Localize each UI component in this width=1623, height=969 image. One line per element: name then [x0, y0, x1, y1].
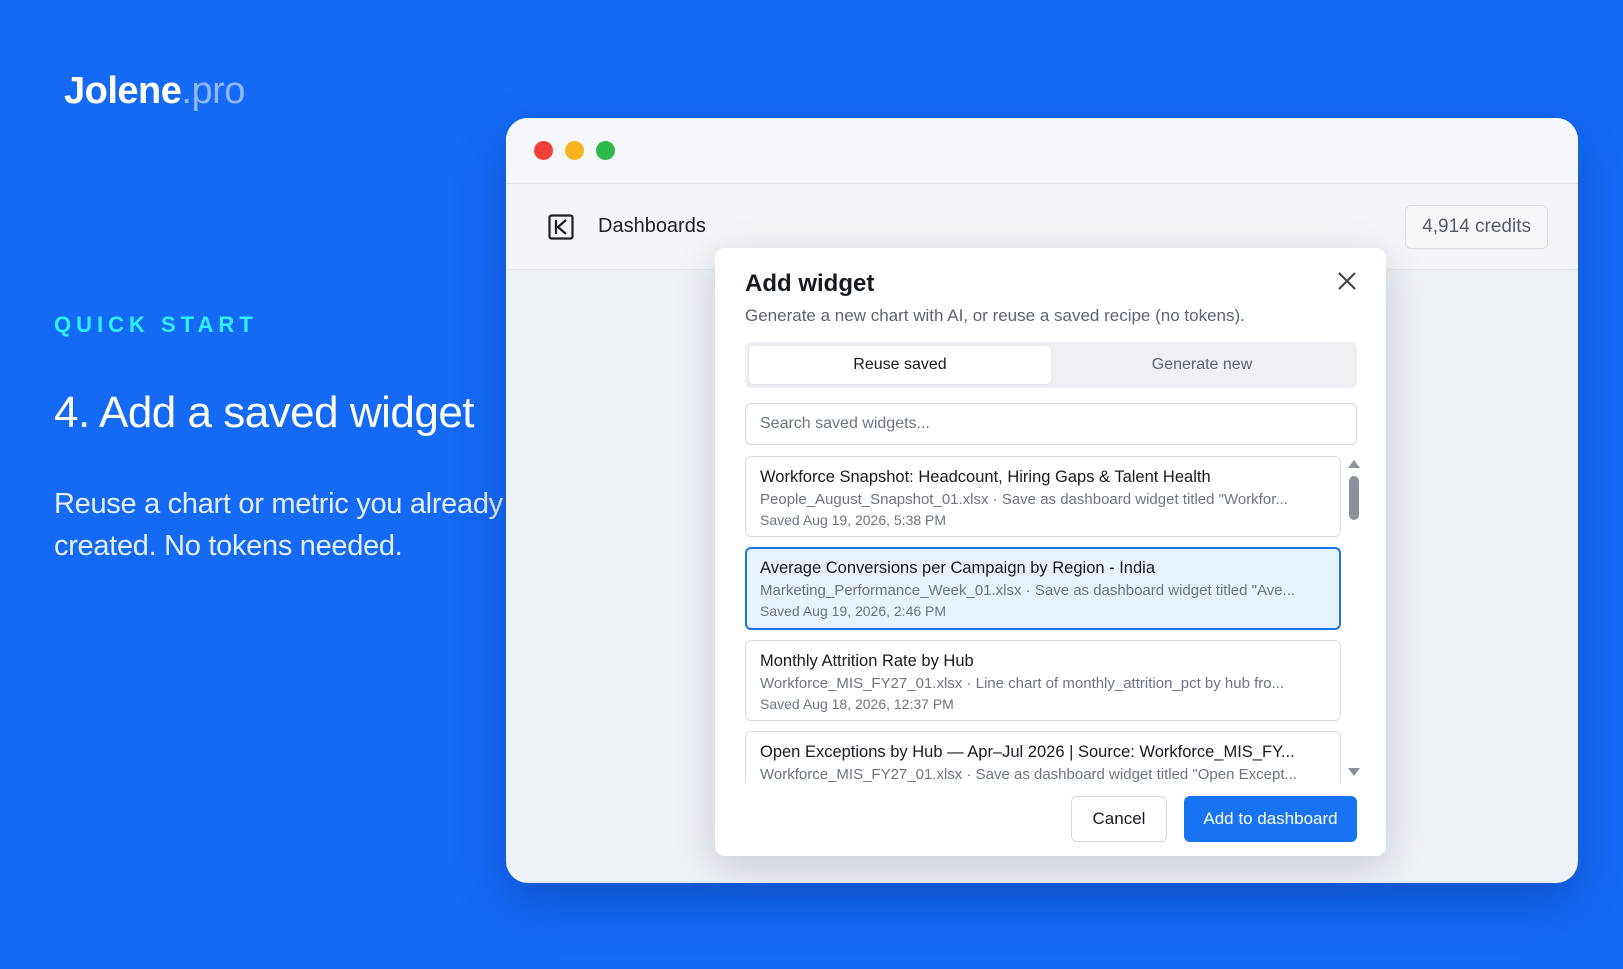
item-date: Saved Aug 18, 2026, 12:37 PM [760, 696, 954, 712]
item-date: Saved Aug 19, 2026, 2:46 PM [760, 603, 947, 619]
close-icon[interactable] [1334, 268, 1360, 294]
list-item[interactable]: Open Exceptions by Hub — Apr–Jul 2026 | … [745, 731, 1341, 783]
close-window-button[interactable] [534, 141, 553, 160]
headline: 4. Add a saved widget [54, 388, 475, 437]
item-title: Workforce Snapshot: Headcount, Hiring Ga… [760, 468, 1211, 486]
dialog-title: Add widget [745, 270, 875, 297]
scroll-down-arrow-icon[interactable] [1348, 768, 1360, 776]
maximize-window-button[interactable] [596, 141, 615, 160]
mode-tabs: Reuse saved Generate new [745, 342, 1357, 388]
tab-reuse-saved[interactable]: Reuse saved [749, 346, 1051, 384]
brand-tld: .pro [181, 70, 245, 112]
item-description: Marketing_Performance_Week_01.xlsx · Sav… [760, 582, 1296, 599]
add-widget-dialog: Add widget Generate a new chart with AI,… [715, 248, 1386, 856]
item-description: Workforce_MIS_FY27_01.xlsx · Save as das… [760, 766, 1297, 783]
item-description: Workforce_MIS_FY27_01.xlsx · Line chart … [760, 675, 1285, 692]
minimize-window-button[interactable] [565, 141, 584, 160]
list-item[interactable]: Workforce Snapshot: Headcount, Hiring Ga… [745, 456, 1341, 537]
add-to-dashboard-button[interactable]: Add to dashboard [1184, 796, 1357, 842]
scroll-thumb[interactable] [1349, 476, 1359, 520]
tab-generate-new[interactable]: Generate new [1051, 346, 1353, 384]
item-date: Saved Aug 19, 2026, 5:38 PM [760, 512, 947, 528]
eyebrow-label: QUICK START [54, 312, 258, 337]
saved-widgets-list: Workforce Snapshot: Headcount, Hiring Ga… [745, 456, 1341, 783]
dialog-subtitle: Generate a new chart with AI, or reuse a… [745, 306, 1245, 325]
list-item[interactable]: Monthly Attrition Rate by Hub Workforce_… [745, 640, 1341, 721]
search-input[interactable] [745, 403, 1357, 445]
list-item-selected[interactable]: Average Conversions per Campaign by Regi… [745, 547, 1341, 630]
item-title: Open Exceptions by Hub — Apr–Jul 2026 | … [760, 743, 1295, 761]
item-description: People_August_Snapshot_01.xlsx · Save as… [760, 491, 1288, 508]
scroll-up-arrow-icon[interactable] [1348, 460, 1360, 468]
item-title: Average Conversions per Campaign by Regi… [760, 559, 1156, 577]
window-titlebar [506, 118, 1578, 184]
credits-badge: 4,914 credits [1405, 204, 1548, 249]
brand-logo: Jolene.pro [64, 70, 245, 113]
cancel-button[interactable]: Cancel [1071, 796, 1167, 842]
brand-name: Jolene [64, 70, 182, 112]
app-logo-icon[interactable] [548, 213, 574, 240]
item-title: Monthly Attrition Rate by Hub [760, 652, 974, 670]
page-title: Dashboards [598, 215, 706, 237]
list-scrollbar[interactable] [1346, 456, 1362, 776]
subcopy: Reuse a chart or metric you already crea… [54, 488, 503, 562]
